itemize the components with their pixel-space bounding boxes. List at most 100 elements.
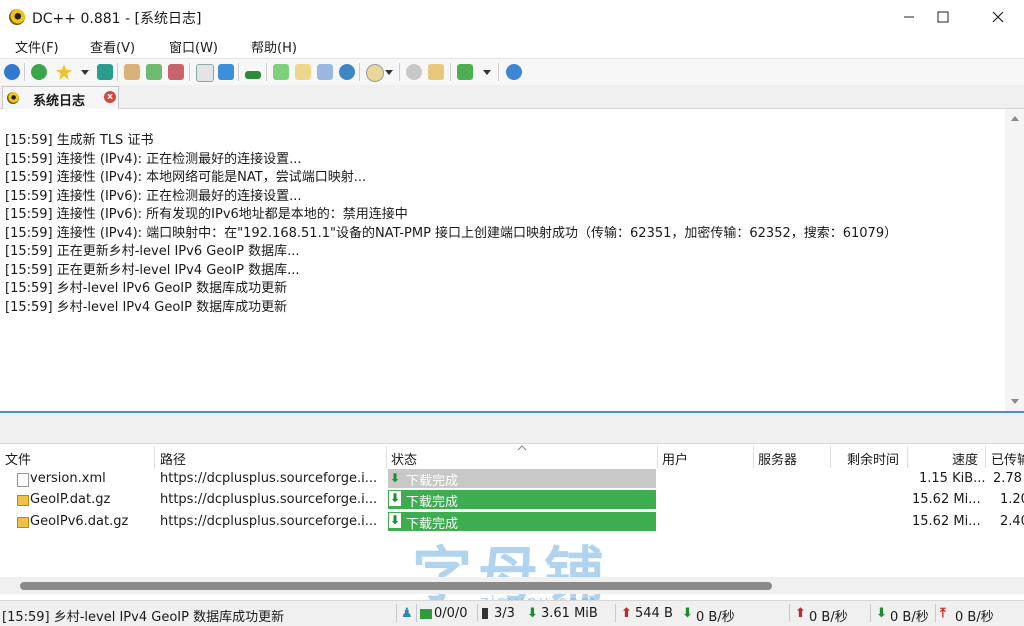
row-speed: 15.62 Mi... bbox=[912, 492, 981, 507]
options-icon[interactable] bbox=[406, 64, 422, 80]
system-log-view[interactable]: [15:59] 生成新 TLS 证书 [15:59] 连接性 (IPv4): 正… bbox=[0, 109, 1005, 411]
toolbar-separator bbox=[238, 63, 239, 81]
column-separator[interactable] bbox=[753, 446, 754, 468]
plugins-icon[interactable] bbox=[457, 64, 473, 80]
slots-icon bbox=[482, 608, 488, 619]
finished-icon[interactable] bbox=[168, 64, 184, 80]
plugins-dropdown-icon[interactable] bbox=[483, 70, 491, 75]
slots-count: 3/3 bbox=[494, 606, 515, 621]
status-separator bbox=[615, 604, 616, 622]
notepad-icon[interactable] bbox=[295, 64, 311, 80]
row-transferred: 2.40 bbox=[1000, 514, 1024, 529]
tab-bar: 系统日志 x bbox=[0, 85, 1024, 109]
settings-transfer-icon[interactable] bbox=[317, 64, 333, 80]
close-button[interactable] bbox=[975, 0, 1021, 34]
menu-view[interactable]: 查看(V) bbox=[90, 37, 135, 56]
column-header-file[interactable]: 文件 bbox=[5, 449, 31, 468]
row-speed: 15.62 Mi... bbox=[912, 514, 981, 529]
scrollbar-thumb[interactable] bbox=[20, 582, 772, 590]
log-line: [15:59] 连接性 (IPv6): 所有发现的IPv6地址都是本地的：禁用连… bbox=[5, 207, 408, 222]
download-speed: 0 B/秒 bbox=[696, 610, 735, 625]
menu-bar: 文件(F) 查看(V) 窗口(W) 帮助(H) bbox=[0, 34, 1024, 56]
menu-file[interactable]: 文件(F) bbox=[15, 37, 59, 56]
reconnect-icon[interactable] bbox=[31, 64, 47, 80]
scroll-down-icon[interactable] bbox=[1011, 399, 1019, 404]
refresh-icon[interactable] bbox=[339, 64, 355, 80]
public-hubs-icon[interactable] bbox=[124, 64, 140, 80]
menu-help[interactable]: 帮助(H) bbox=[251, 37, 297, 56]
column-separator[interactable] bbox=[830, 446, 831, 468]
log-line: [15:59] 连接性 (IPv4): 正在检测最好的连接设置... bbox=[5, 152, 302, 167]
status-bar: [15:59] 乡村-level IPv4 GeoIP 数据库成功更新 ♟ 0/… bbox=[0, 600, 1024, 626]
row-speed: 1.15 KiB... bbox=[919, 471, 986, 486]
upload-queue-icon[interactable] bbox=[273, 64, 289, 80]
minimize-icon bbox=[904, 16, 914, 18]
favorites-dropdown-icon[interactable] bbox=[81, 70, 89, 75]
column-separator[interactable] bbox=[907, 446, 908, 468]
favorites-icon[interactable] bbox=[56, 64, 72, 80]
menu-window[interactable]: 窗口(W) bbox=[169, 37, 218, 56]
toolbar-separator bbox=[117, 63, 118, 81]
maximize-button[interactable] bbox=[920, 0, 966, 34]
search-spy-icon[interactable] bbox=[218, 64, 234, 80]
download-limit-icon[interactable]: ⬇ bbox=[876, 606, 887, 621]
column-header-user[interactable]: 用户 bbox=[662, 449, 688, 468]
column-header-status[interactable]: 状态 bbox=[391, 449, 417, 468]
tab-system-log[interactable]: 系统日志 x bbox=[2, 86, 119, 109]
column-header-speed[interactable]: 速度 bbox=[952, 449, 978, 468]
away-status-icon[interactable]: ♟ bbox=[401, 606, 413, 621]
document-icon bbox=[17, 473, 29, 487]
log-line: [15:59] 连接性 (IPv4): 端口映射中：在"192.168.51.1… bbox=[5, 226, 898, 241]
toolbar-separator bbox=[189, 63, 190, 81]
edit-icon[interactable] bbox=[428, 64, 444, 80]
log-vertical-scrollbar[interactable] bbox=[1005, 109, 1024, 411]
adl-search-icon[interactable] bbox=[245, 71, 261, 79]
log-line: [15:59] 正在更新乡村-level IPv4 GeoIP 数据库... bbox=[5, 263, 300, 278]
close-icon bbox=[992, 11, 1004, 23]
column-header-path[interactable]: 路径 bbox=[160, 449, 186, 468]
column-separator[interactable] bbox=[386, 446, 387, 468]
row-status: 下载完成 bbox=[406, 474, 459, 489]
log-line: [15:59] 乡村-level IPv4 GeoIP 数据库成功更新 bbox=[5, 300, 288, 315]
row-status: 下载完成 bbox=[406, 495, 459, 510]
search-icon[interactable] bbox=[196, 64, 214, 82]
away-icon[interactable] bbox=[366, 64, 384, 82]
row-file: GeoIP.dat.gz bbox=[30, 492, 111, 507]
row-status-progress: ⬇ 下载完成 bbox=[388, 469, 656, 489]
status-separator bbox=[477, 604, 478, 622]
back-icon[interactable] bbox=[4, 64, 20, 80]
transfers-horizontal-scrollbar[interactable] bbox=[0, 577, 1024, 594]
away-dropdown-icon[interactable] bbox=[385, 70, 393, 75]
hubs-icon bbox=[420, 609, 432, 619]
window-title: DC++ 0.881 - [系统日志] bbox=[32, 11, 202, 27]
row-file: GeoIPv6.dat.gz bbox=[30, 514, 129, 529]
system-log-icon bbox=[7, 92, 19, 104]
column-header-transferred[interactable]: 已传输 bbox=[991, 449, 1024, 468]
archive-icon bbox=[17, 495, 29, 506]
column-header-time-left[interactable]: 剩余时间 bbox=[847, 449, 899, 468]
log-line: [15:59] 正在更新乡村-level IPv6 GeoIP 数据库... bbox=[5, 244, 300, 259]
download-arrow-icon: ⬇ bbox=[389, 491, 401, 506]
upload-limit-icon[interactable]: ⤒ bbox=[940, 606, 946, 621]
row-file: version.xml bbox=[30, 471, 106, 486]
queue-icon[interactable] bbox=[146, 64, 162, 80]
column-separator[interactable] bbox=[657, 446, 658, 468]
column-separator[interactable] bbox=[154, 446, 155, 468]
upload-limit[interactable]: 0 B/秒 bbox=[955, 606, 994, 625]
users-icon[interactable] bbox=[97, 64, 113, 80]
download-limit[interactable]: 0 B/秒 bbox=[890, 606, 929, 625]
scroll-up-icon[interactable] bbox=[1011, 116, 1019, 121]
row-status-progress: ⬇ 下载完成 bbox=[388, 490, 656, 510]
uploaded-total: 544 B bbox=[635, 606, 673, 621]
archive-icon bbox=[17, 517, 29, 528]
row-transferred: 2.78 bbox=[993, 471, 1022, 486]
upload-speed-icon: ⬆ bbox=[795, 606, 806, 621]
toolbar-separator bbox=[399, 63, 400, 81]
toolbar-separator bbox=[24, 63, 25, 81]
status-separator bbox=[789, 604, 790, 622]
row-transferred: 1.20 bbox=[1000, 492, 1024, 507]
help-icon[interactable] bbox=[506, 64, 522, 80]
column-separator[interactable] bbox=[985, 446, 986, 468]
tab-close-icon[interactable]: x bbox=[104, 91, 116, 103]
column-header-hub[interactable]: 服务器 bbox=[758, 449, 797, 468]
